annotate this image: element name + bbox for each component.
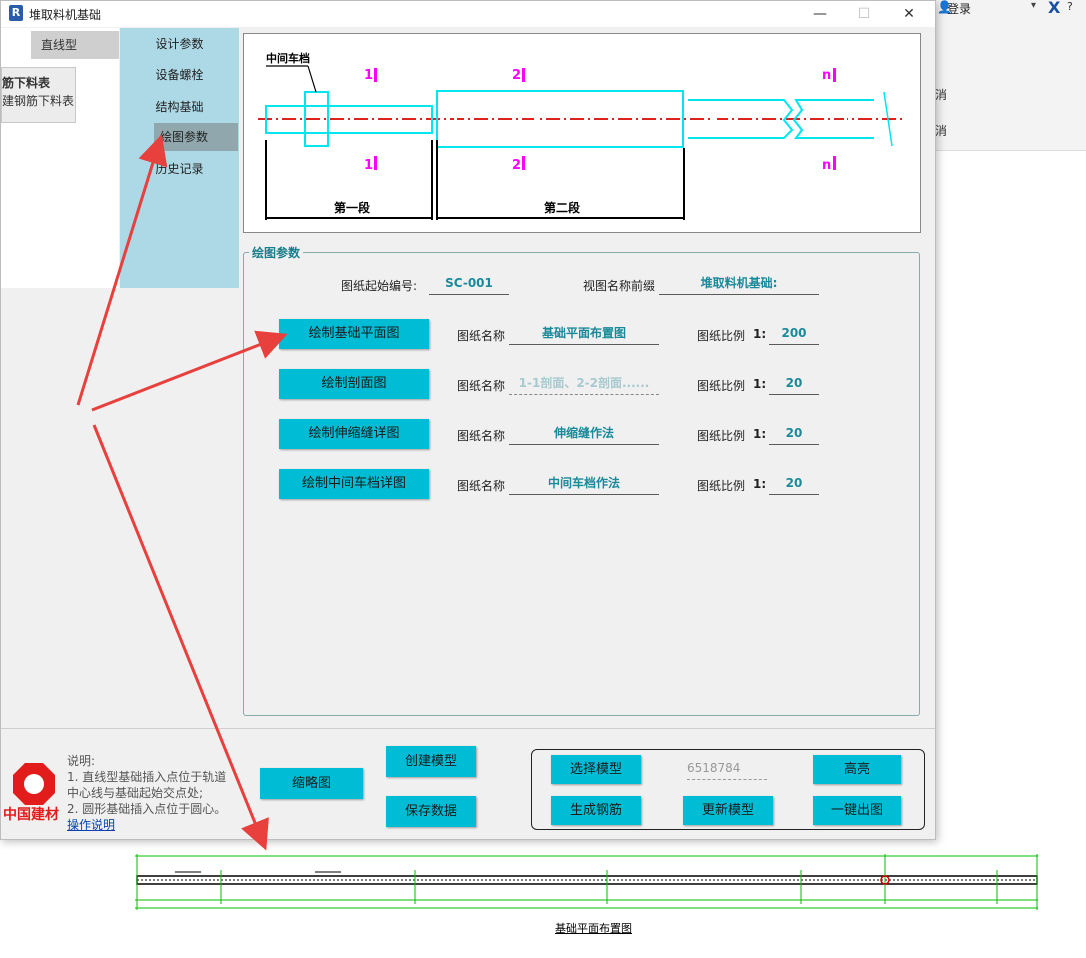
arrow-to-nav: [76, 134, 168, 406]
arrow-to-drawing: [92, 424, 269, 851]
annotation-arrows: [76, 134, 288, 851]
arrow-to-plan-button: [91, 330, 288, 412]
